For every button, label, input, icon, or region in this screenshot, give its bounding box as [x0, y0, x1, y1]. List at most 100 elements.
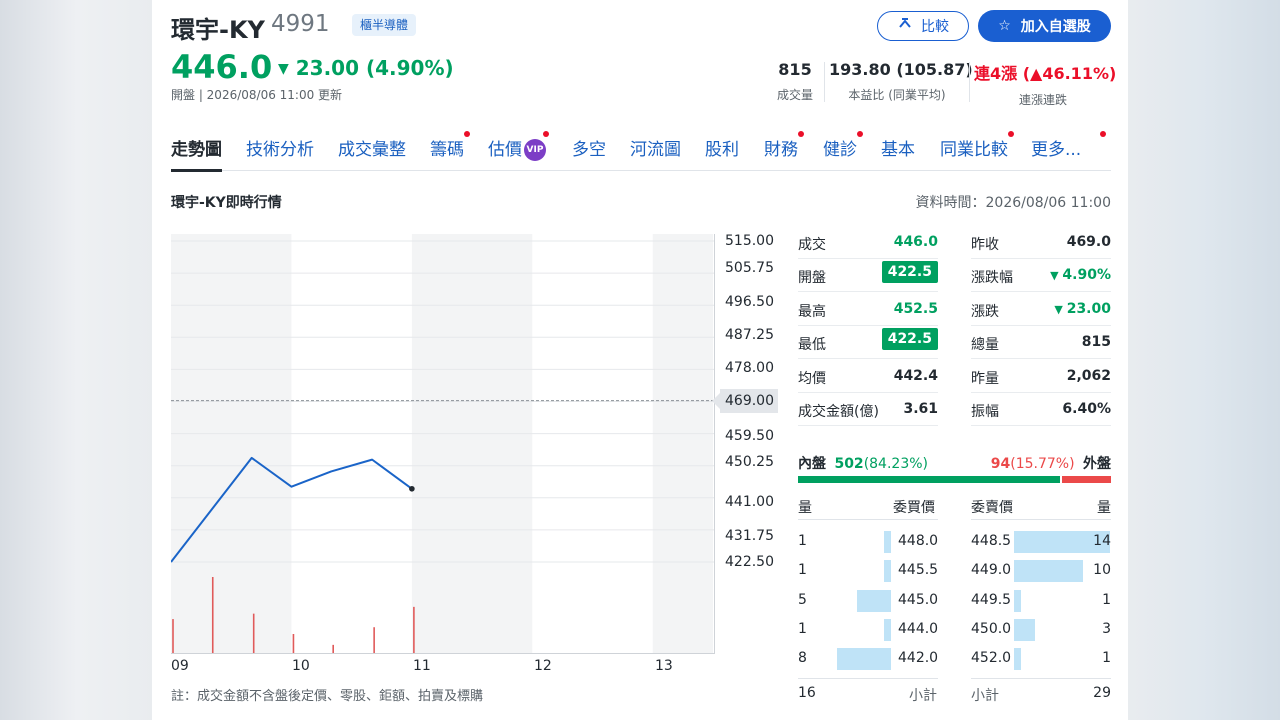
quote-value: 442.4: [893, 367, 938, 384]
tab-label: 財務: [764, 140, 798, 160]
outer-value: 94: [990, 456, 1011, 472]
stock-name: 環宇-KY: [171, 16, 265, 44]
quote-value: 446.0: [893, 234, 938, 250]
y-tick-label: 459.50: [725, 428, 774, 444]
quote-label: 漲跌: [971, 303, 999, 320]
stat-volume: 815 成交量: [769, 60, 821, 103]
intraday-chart[interactable]: [171, 234, 715, 654]
add-watchlist-button[interactable]: ☆ 加入自選股: [978, 10, 1111, 42]
x-tick-label: 11: [413, 658, 431, 674]
inner-outer-bar: [798, 476, 1111, 483]
quote-value: ▼ 23.00: [1054, 301, 1111, 317]
data-time: 資料時間：2026/08/06 11:00: [915, 195, 1112, 211]
notification-dot-icon: [1008, 131, 1014, 137]
orderbook-header-divider: [798, 519, 938, 520]
y-tick-label: 515.00: [725, 233, 774, 249]
quote-label: 昨收: [971, 237, 999, 253]
ask-price[interactable]: 449.5: [971, 592, 1011, 608]
quote-page: 環宇-KY 4991 櫃半導體 446.0 ▼ 23.00 (4.90%) 開盤…: [152, 0, 1128, 720]
bid-qty: 1: [798, 533, 807, 549]
tab-item[interactable]: 走勢圖: [171, 135, 222, 172]
inner-value: 502: [834, 456, 864, 472]
tab-item[interactable]: 成交彙整: [338, 135, 406, 171]
tab-bar: 走勢圖 技術分析 成交彙整 籌碼 估價 VIP 多空 河流圖 股利 財務 健診 基本 同業比較 更多...: [171, 131, 1111, 172]
y-tick-label: 478.00: [725, 360, 774, 376]
hour-band: [411, 234, 533, 653]
x-tick-label: 10: [292, 658, 310, 674]
quote-value: ▼ 4.90%: [1050, 267, 1111, 283]
compare-label: 比較: [921, 19, 949, 35]
bid-subtotal-label: 小計: [909, 688, 937, 704]
tab-item[interactable]: 更多...: [1031, 131, 1106, 171]
quote-row-right: 漲跌幅 ▼ 4.90%: [971, 259, 1111, 293]
bid-price[interactable]: 445.0: [898, 592, 938, 608]
tab-item[interactable]: 財務: [764, 131, 804, 171]
hour-band: [291, 234, 412, 653]
inner-outer-label-right: 94(15.77%) 外盤: [991, 453, 1111, 473]
quote-row-left: 成交金額(億) 3.61: [798, 393, 938, 426]
stat-streak-value: 連4漲 (▲46.11%): [974, 60, 1116, 84]
tab-label: 多空: [572, 140, 606, 160]
inner-label: 內盤: [798, 456, 826, 472]
down-triangle-icon: ▼: [1050, 269, 1063, 283]
x-tick-label: 12: [534, 658, 552, 674]
tab-item[interactable]: 多空: [572, 135, 606, 171]
quote-value: 3.61: [903, 401, 938, 417]
quote-row-left: 開盤 422.5: [798, 259, 938, 293]
orderbook-header-divider: [971, 519, 1111, 520]
tab-item[interactable]: 估價 VIP: [488, 131, 549, 171]
quote-value: 422.5: [881, 261, 938, 284]
sector-badge[interactable]: 櫃半導體: [352, 14, 417, 36]
quote-label: 開盤: [798, 270, 826, 287]
tab-label: 同業比較: [940, 140, 1008, 160]
tab-item[interactable]: 河流圖: [630, 135, 681, 171]
ask-price[interactable]: 448.5: [971, 533, 1011, 549]
ask-price[interactable]: 449.0: [971, 562, 1011, 578]
x-tick-label: 09: [171, 658, 189, 674]
quote-value: 469.0: [1066, 234, 1111, 250]
y-tick-label: 431.75: [725, 528, 774, 544]
bid-price[interactable]: 448.0: [898, 533, 938, 549]
quote-row-right: 昨量 2,062: [971, 360, 1111, 393]
orderbook-header: 委買價: [893, 500, 935, 516]
tab-item[interactable]: 基本: [881, 135, 915, 171]
bid-price[interactable]: 445.5: [898, 562, 938, 578]
ask-depth-bar: [1014, 618, 1035, 641]
stat-pe-label: 本益比 (同業平均): [848, 88, 946, 102]
down-triangle-icon: ▼: [278, 61, 289, 77]
outer-label: 外盤: [1083, 456, 1111, 472]
tab-item[interactable]: 股利: [705, 135, 739, 171]
footnote: 註：成交金額不含盤後定價、零股、鉅額、拍賣及標購: [171, 689, 484, 704]
ask-price[interactable]: 452.0: [971, 650, 1011, 666]
quote-label: 振幅: [971, 404, 999, 420]
bid-depth-bar: [857, 589, 891, 612]
hour-band: [171, 234, 292, 653]
tab-item[interactable]: 同業比較: [940, 131, 1014, 171]
notification-dot-icon: [798, 131, 804, 137]
bid-qty: 5: [798, 591, 807, 608]
bid-qty: 1: [798, 620, 807, 637]
tab-item[interactable]: 健診: [823, 131, 863, 171]
stat-volume-label: 成交量: [776, 88, 813, 102]
outer-pct: (15.77%): [1010, 456, 1075, 472]
tab-label: 健診: [823, 140, 857, 160]
tab-label: 走勢圖: [171, 140, 222, 160]
bid-price[interactable]: 444.0: [898, 621, 938, 637]
stat-divider: [824, 62, 825, 102]
tab-label: 更多...: [1031, 140, 1082, 160]
notification-dot-icon: [1100, 131, 1106, 137]
quote-value: 2,062: [1066, 367, 1111, 384]
notification-dot-icon: [464, 131, 470, 137]
vip-badge-icon: VIP: [524, 139, 546, 161]
compare-button[interactable]: 比較: [877, 11, 969, 41]
ask-price[interactable]: 450.0: [971, 621, 1011, 637]
quote-row-right: 昨收 469.0: [971, 226, 1111, 259]
ask-depth-bar: [1014, 589, 1021, 612]
inner-bar: [798, 476, 1060, 483]
quote-value: 815: [1081, 334, 1111, 351]
update-time: 開盤 | 2026/08/06 11:00 更新: [171, 88, 343, 102]
tab-item[interactable]: 籌碼: [430, 131, 470, 171]
tab-item[interactable]: 技術分析: [246, 135, 314, 171]
bid-price[interactable]: 442.0: [898, 650, 938, 666]
section-title: 環宇-KY即時行情: [171, 195, 282, 211]
